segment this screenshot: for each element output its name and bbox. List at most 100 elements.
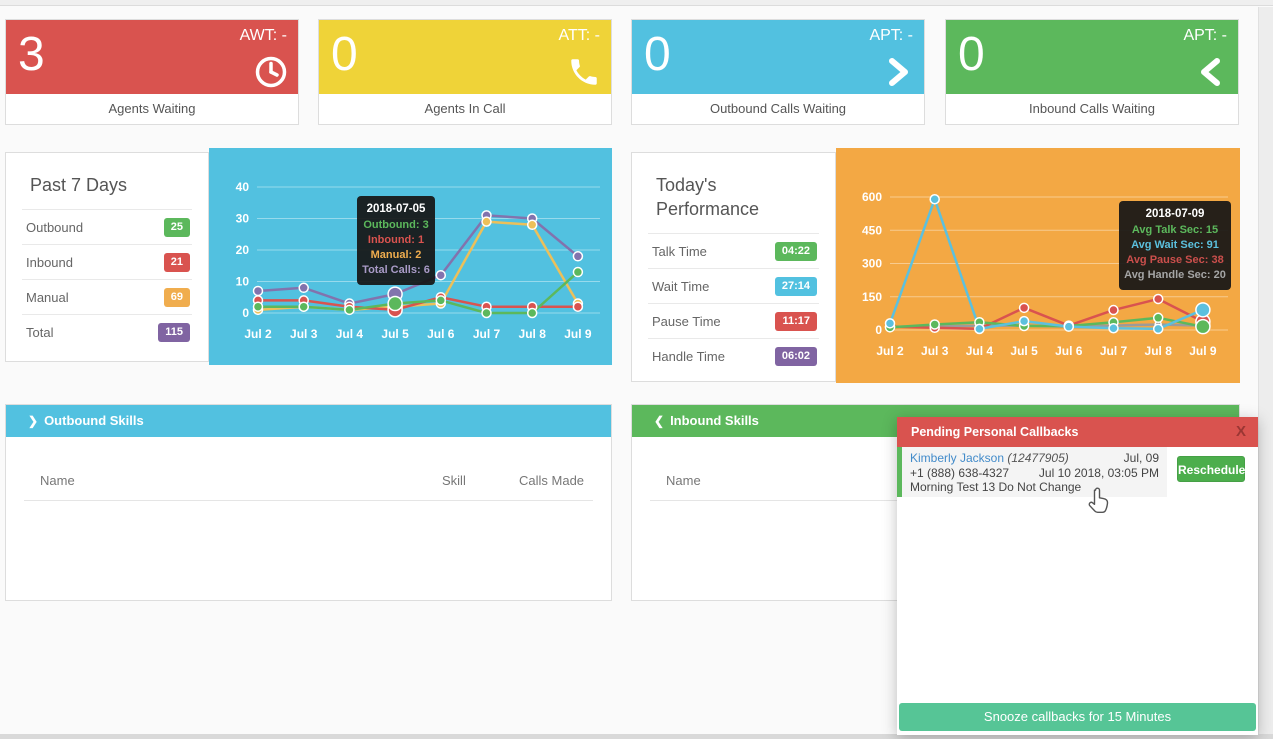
past7-manual-badge: 69 — [164, 288, 190, 307]
top-divider — [0, 0, 1273, 6]
agents-waiting-tile[interactable]: 3 AWT: - — [6, 20, 298, 94]
agents-waiting-value: 3 — [18, 20, 45, 90]
att-metric: ATT: - — [559, 27, 600, 45]
callback-date-short: Jul, 09 — [1039, 451, 1159, 466]
apt-metric-inbound: APT: - — [1183, 27, 1227, 45]
svg-text:Jul 4: Jul 4 — [966, 344, 994, 358]
outbound-skills-column-headers: Name Skill Calls Made — [24, 455, 593, 501]
vertical-scrollbar[interactable] — [1258, 7, 1273, 734]
tooltip-line: Avg Pause Sec: 38 — [1123, 253, 1227, 268]
past7-row-outbound: Outbound 25 — [22, 209, 192, 244]
inbound-col-name: Name — [666, 473, 701, 488]
past-7-days-calls-chart[interactable]: 010203040Jul 2Jul 3Jul 4Jul 5Jul 6Jul 7J… — [209, 148, 612, 365]
tooltip-line: Total Calls: 6 — [361, 263, 431, 278]
agents-waiting-card[interactable]: 3 AWT: - Agents Waiting — [5, 19, 299, 125]
outbound-calls-waiting-card[interactable]: 0 APT: - Outbound Calls Waiting — [631, 19, 925, 125]
wait-time-badge: 27:14 — [775, 277, 817, 296]
svg-text:20: 20 — [236, 243, 250, 257]
todays-performance-chart[interactable]: 0150300450600Jul 2Jul 3Jul 4Jul 5Jul 6Ju… — [836, 148, 1240, 383]
close-icon[interactable]: X — [1236, 417, 1246, 447]
chevron-left-icon: ❮ — [654, 414, 664, 428]
inbound-calls-waiting-value: 0 — [958, 20, 985, 90]
wait-time-label: Wait Time — [652, 279, 709, 294]
tooltip-line: Avg Talk Sec: 15 — [1123, 223, 1227, 238]
past7-outbound-label: Outbound — [26, 220, 83, 235]
talk-time-badge: 04:22 — [775, 242, 817, 261]
past7-total-label: Total — [26, 325, 53, 340]
reschedule-button[interactable]: Reschedule — [1177, 456, 1245, 482]
chevron-left-icon — [1194, 55, 1228, 89]
calls-tooltip-date: 2018-07-05 — [361, 203, 431, 215]
svg-text:300: 300 — [862, 257, 882, 271]
performance-chart-tooltip: 2018-07-09 Avg Talk Sec: 15Avg Wait Sec:… — [1119, 201, 1231, 290]
handle-time-label: Handle Time — [652, 349, 725, 364]
inbound-calls-waiting-card[interactable]: 0 APT: - Inbound Calls Waiting — [945, 19, 1239, 125]
svg-text:Jul 9: Jul 9 — [1189, 344, 1217, 358]
handle-time-badge: 06:02 — [775, 347, 817, 366]
clock-icon — [254, 55, 288, 89]
tooltip-line: Manual: 2 — [361, 248, 431, 263]
tooltip-line: Avg Handle Sec: 20 — [1123, 268, 1227, 283]
agents-waiting-label: Agents Waiting — [6, 94, 298, 124]
past7-total-badge: 115 — [158, 323, 190, 342]
callback-note: Morning Test 13 Do Not Change — [910, 480, 1159, 495]
agents-in-call-label: Agents In Call — [319, 94, 611, 124]
inbound-skills-title: Inbound Skills — [670, 413, 759, 428]
svg-text:600: 600 — [862, 190, 882, 204]
past7-inbound-label: Inbound — [26, 255, 73, 270]
svg-text:0: 0 — [242, 306, 249, 320]
agents-in-call-card[interactable]: 0 ATT: - Agents In Call — [318, 19, 612, 125]
past7-inbound-badge: 21 — [164, 253, 190, 272]
svg-text:150: 150 — [862, 290, 882, 304]
todays-performance-panel: Today's Performance Talk Time 04:22 Wait… — [631, 152, 836, 382]
perf-row-pause: Pause Time 11:17 — [648, 303, 819, 338]
svg-text:0: 0 — [875, 323, 882, 337]
past7-manual-label: Manual — [26, 290, 69, 305]
svg-text:10: 10 — [236, 275, 250, 289]
perf-row-talk: Talk Time 04:22 — [648, 233, 819, 268]
svg-text:Jul 6: Jul 6 — [1055, 344, 1083, 358]
svg-text:Jul 2: Jul 2 — [244, 327, 272, 341]
callback-list-item[interactable]: Kimberly Jackson (12477905) +1 (888) 638… — [897, 447, 1167, 497]
svg-text:Jul 3: Jul 3 — [921, 344, 949, 358]
snooze-callbacks-button[interactable]: Snooze callbacks for 15 Minutes — [899, 703, 1256, 731]
svg-text:Jul 8: Jul 8 — [1145, 344, 1173, 358]
pending-callbacks-header: Pending Personal Callbacks X — [897, 417, 1258, 447]
past7-row-inbound: Inbound 21 — [22, 244, 192, 279]
outbound-skills-title: Outbound Skills — [44, 413, 144, 428]
outbound-col-name: Name — [40, 473, 75, 488]
calls-chart-tooltip: 2018-07-05 Outbound: 3Inbound: 1Manual: … — [357, 196, 435, 285]
callback-date-full: Jul 10 2018, 03:05 PM — [1039, 466, 1159, 481]
chevron-right-icon — [880, 55, 914, 89]
past7-outbound-badge: 25 — [164, 218, 190, 237]
callback-contact-link[interactable]: Kimberly Jackson — [910, 451, 1004, 465]
perf-row-wait: Wait Time 27:14 — [648, 268, 819, 303]
svg-text:Jul 2: Jul 2 — [876, 344, 904, 358]
outbound-skills-header[interactable]: ❯ Outbound Skills — [6, 405, 611, 437]
chevron-right-icon: ❯ — [28, 414, 38, 428]
past-7-days-title: Past 7 Days — [6, 153, 208, 209]
svg-text:450: 450 — [862, 223, 882, 237]
tooltip-line: Avg Wait Sec: 91 — [1123, 238, 1227, 253]
outbound-col-skill: Skill — [442, 473, 466, 488]
svg-text:Jul 7: Jul 7 — [1100, 344, 1128, 358]
svg-text:40: 40 — [236, 180, 250, 194]
awt-metric: AWT: - — [240, 27, 287, 45]
inbound-calls-waiting-tile[interactable]: 0 APT: - — [946, 20, 1238, 94]
svg-text:Jul 9: Jul 9 — [564, 327, 592, 341]
outbound-calls-waiting-tile[interactable]: 0 APT: - — [632, 20, 924, 94]
past-7-days-panel: Past 7 Days Outbound 25 Inbound 21 Manua… — [5, 152, 209, 362]
outbound-calls-waiting-value: 0 — [644, 20, 671, 90]
agents-in-call-value: 0 — [331, 20, 358, 90]
apt-metric-outbound: APT: - — [869, 27, 913, 45]
perf-row-handle: Handle Time 06:02 — [648, 338, 819, 373]
outbound-col-calls-made: Calls Made — [519, 473, 584, 488]
agents-in-call-tile[interactable]: 0 ATT: - — [319, 20, 611, 94]
pending-callbacks-title: Pending Personal Callbacks — [911, 425, 1078, 439]
inbound-calls-waiting-label: Inbound Calls Waiting — [946, 94, 1238, 124]
todays-performance-title: Today's Performance — [632, 153, 792, 233]
past7-row-total: Total 115 — [22, 314, 192, 349]
svg-text:Jul 3: Jul 3 — [290, 327, 318, 341]
pause-time-badge: 11:17 — [775, 312, 817, 331]
phone-icon — [567, 55, 601, 89]
